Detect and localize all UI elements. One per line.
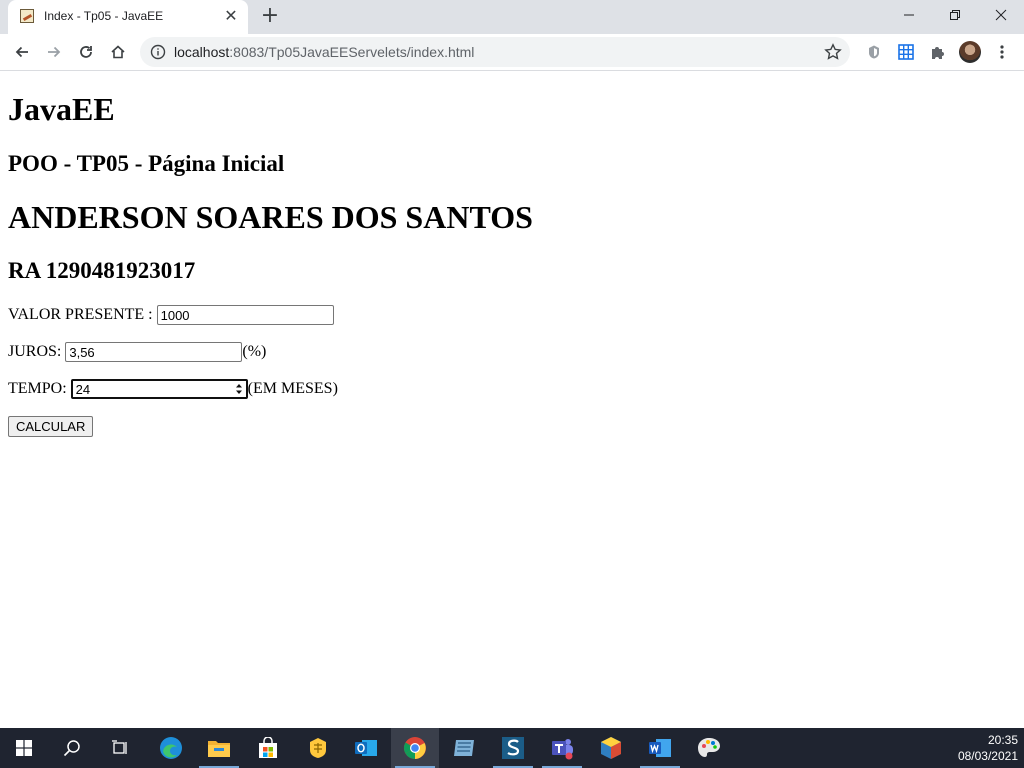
- tempo-suffix: (EM MESES): [247, 380, 338, 397]
- new-tab-button[interactable]: +: [258, 5, 282, 29]
- extensions-puzzle-icon[interactable]: [926, 40, 950, 64]
- close-tab-icon[interactable]: ✕: [222, 7, 240, 25]
- profile-avatar[interactable]: [959, 41, 981, 63]
- search-icon[interactable]: [48, 728, 96, 768]
- back-arrow-icon[interactable]: [10, 40, 34, 64]
- valor-input[interactable]: [156, 305, 334, 325]
- page-title: JavaEE: [8, 91, 115, 127]
- site-info-icon[interactable]: [150, 44, 166, 60]
- student-name: ANDERSON SOARES DOS SANTOS: [8, 199, 533, 235]
- task-view-icon[interactable]: [96, 728, 144, 768]
- url-path: :8083/Tp05JavaEEServelets/index.html: [229, 44, 475, 60]
- tempo-number-field: [70, 379, 248, 399]
- juros-row: JUROS: (%): [8, 342, 266, 362]
- tab-title: Index - Tp05 - JavaEE: [44, 9, 164, 23]
- student-ra: RA 1290481923017: [8, 258, 196, 283]
- cube-app-icon[interactable]: [587, 728, 635, 768]
- juros-suffix: (%): [242, 343, 267, 360]
- calcular-button[interactable]: CALCULAR: [8, 416, 94, 437]
- store-icon[interactable]: [244, 728, 292, 768]
- taskbar: 20:35 08/03/2021: [0, 728, 1024, 768]
- forward-arrow-icon[interactable]: [42, 40, 66, 64]
- valor-label: VALOR PRESENTE :: [8, 306, 153, 323]
- window-app-icon[interactable]: [440, 728, 488, 768]
- outlook-icon[interactable]: [342, 728, 390, 768]
- extension-grid-icon[interactable]: [894, 40, 918, 64]
- system-clock[interactable]: 20:35 08/03/2021: [958, 732, 1018, 764]
- spinner-arrows-icon[interactable]: [235, 382, 243, 396]
- tab-strip: Index - Tp05 - JavaEE ✕ +: [0, 0, 1024, 34]
- reload-icon[interactable]: [74, 40, 98, 64]
- chrome-menu-icon[interactable]: [990, 40, 1014, 64]
- browser-tab[interactable]: Index - Tp05 - JavaEE ✕: [8, 0, 248, 34]
- extension-shield-icon[interactable]: [862, 40, 886, 64]
- tempo-label: TEMPO:: [8, 380, 67, 397]
- clock-time: 20:35: [987, 733, 1018, 747]
- edge-icon[interactable]: [147, 728, 195, 768]
- page-subtitle: POO - TP05 - Página Inicial: [8, 151, 285, 176]
- pin-app-icon[interactable]: [294, 728, 342, 768]
- url-host: localhost: [174, 44, 230, 60]
- chrome-icon[interactable]: [391, 728, 439, 768]
- juros-input[interactable]: [65, 342, 243, 362]
- browser-toolbar: localhost:8083/Tp05JavaEEServelets/index…: [0, 34, 1024, 71]
- word-icon[interactable]: [636, 728, 684, 768]
- juros-label: JUROS:: [8, 343, 62, 360]
- address-bar[interactable]: localhost:8083/Tp05JavaEEServelets/index…: [140, 37, 850, 67]
- bookmark-star-icon[interactable]: [824, 43, 842, 61]
- tempo-row: TEMPO: (EM MESES): [8, 379, 338, 399]
- page-favicon-icon: [20, 9, 34, 23]
- valor-row: VALOR PRESENTE :: [8, 305, 334, 325]
- start-icon[interactable]: [0, 728, 48, 768]
- tempo-input[interactable]: [70, 379, 248, 399]
- paint-icon[interactable]: [685, 728, 733, 768]
- teams-icon[interactable]: [538, 728, 586, 768]
- clock-date: 08/03/2021: [957, 749, 1018, 763]
- url-text[interactable]: localhost:8083/Tp05JavaEEServelets/index…: [174, 44, 474, 60]
- page-content: JavaEE POO - TP05 - Página Inicial ANDER…: [0, 71, 1024, 728]
- restore-icon[interactable]: [932, 0, 978, 30]
- file-explorer-icon[interactable]: [195, 728, 243, 768]
- home-icon[interactable]: [106, 40, 130, 64]
- close-window-icon[interactable]: [978, 0, 1024, 30]
- minimize-icon[interactable]: [886, 0, 932, 30]
- s-app-icon[interactable]: [489, 728, 537, 768]
